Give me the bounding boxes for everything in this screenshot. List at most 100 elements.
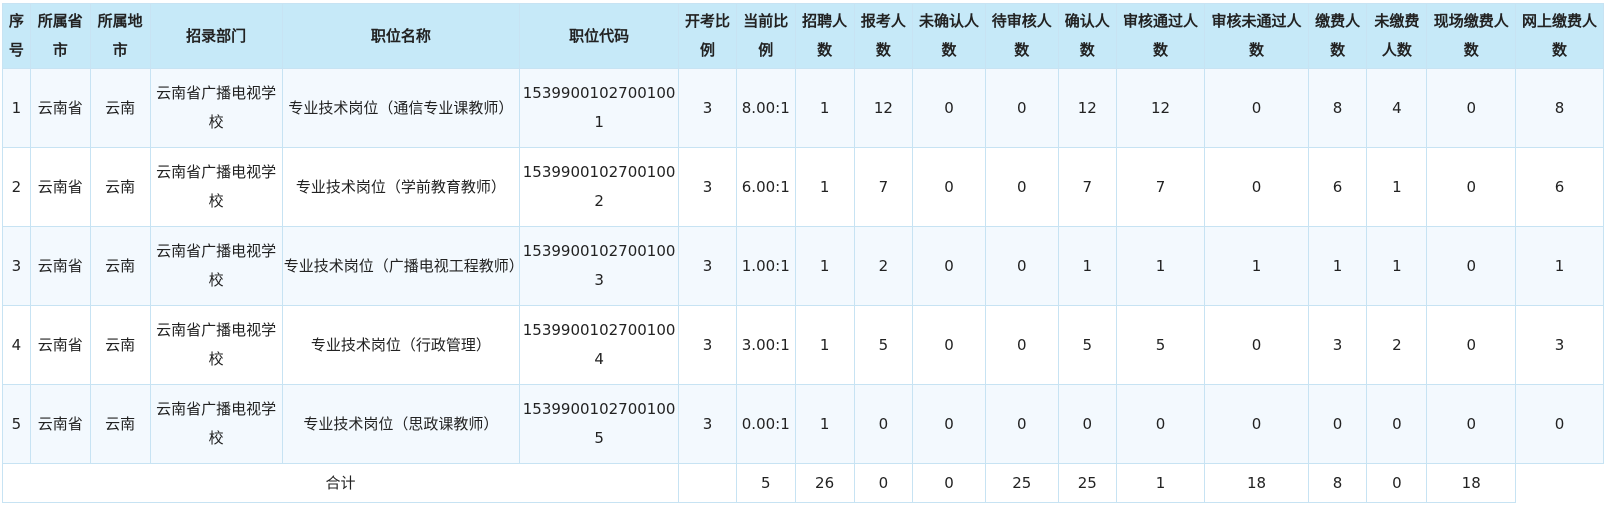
total-cell: 5 — [735, 463, 796, 503]
table-cell: 7 — [1115, 147, 1206, 227]
table-cell: 云南省广播电视学校 — [149, 305, 283, 385]
table-cell: 0 — [1115, 384, 1206, 464]
table-cell: 3 — [678, 384, 737, 464]
table-cell: 5 — [2, 384, 31, 464]
table-cell: 5 — [1057, 305, 1117, 385]
total-cell: 1 — [1115, 463, 1206, 503]
table-cell: 0 — [1057, 384, 1117, 464]
table-cell: 12 — [1115, 68, 1206, 148]
table-cell: 4 — [2, 305, 31, 385]
table-cell: 3 — [678, 68, 737, 148]
table-cell: 0 — [912, 384, 986, 464]
table-cell: 3 — [678, 305, 737, 385]
table-cell: 0 — [1426, 147, 1517, 227]
table-cell: 8 — [1515, 68, 1604, 148]
column-header: 招聘人数 — [794, 3, 855, 69]
table-cell: 0 — [1426, 68, 1517, 148]
table-cell: 15399001027001002 — [519, 147, 680, 227]
table-cell: 3 — [678, 147, 737, 227]
table-cell: 专业技术岗位（通信专业课教师） — [281, 68, 521, 148]
table-cell: 0 — [984, 147, 1059, 227]
total-cell — [678, 463, 737, 503]
table-cell: 0 — [1204, 384, 1309, 464]
table-cell: 5 — [1115, 305, 1206, 385]
table-cell: 1 — [794, 226, 855, 306]
table-cell: 云南 — [89, 226, 151, 306]
table-cell: 1 — [794, 305, 855, 385]
table-cell: 云南 — [89, 147, 151, 227]
table-cell: 3 — [2, 226, 31, 306]
table-cell: 1 — [1366, 147, 1428, 227]
column-header: 报考人数 — [853, 3, 914, 69]
table-cell: 云南省 — [29, 68, 91, 148]
table-cell: 云南 — [89, 384, 151, 464]
table-cell: 云南省 — [29, 384, 91, 464]
table-cell: 1 — [794, 384, 855, 464]
table-cell: 1.00:1 — [735, 226, 796, 306]
column-header: 缴费人数 — [1307, 3, 1368, 69]
table-cell: 云南省广播电视学校 — [149, 226, 283, 306]
table-cell: 专业技术岗位（广播电视工程教师） — [281, 226, 521, 306]
table-cell: 云南省 — [29, 226, 91, 306]
table-cell: 6 — [1307, 147, 1368, 227]
total-cell: 18 — [1426, 463, 1517, 503]
table-cell: 12 — [853, 68, 914, 148]
table-cell: 3 — [1515, 305, 1604, 385]
total-cell: 0 — [912, 463, 986, 503]
table-cell: 云南 — [89, 68, 151, 148]
table-cell: 15399001027001004 — [519, 305, 680, 385]
table-cell: 0.00:1 — [735, 384, 796, 464]
position-stats-table: 序号 所属省市 所属地市 招录部门 职位名称 职位代码 开考比例 当前比例 招聘人数 报考人数 未确… — [1, 3, 1604, 503]
table-cell: 0 — [1426, 226, 1517, 306]
column-header: 开考比例 — [678, 3, 737, 69]
table-cell: 0 — [853, 384, 914, 464]
table-cell: 1 — [1057, 226, 1117, 306]
table-cell: 云南省 — [29, 305, 91, 385]
column-header: 未缴费人数 — [1366, 3, 1428, 69]
table-cell: 3 — [1307, 305, 1368, 385]
table-cell: 1 — [1307, 226, 1368, 306]
table-cell: 6.00:1 — [735, 147, 796, 227]
table-cell: 云南省广播电视学校 — [149, 147, 283, 227]
column-header: 所属地市 — [89, 3, 151, 69]
column-header: 未确认人数 — [912, 3, 986, 69]
table-cell: 0 — [912, 305, 986, 385]
table-cell: 2 — [1366, 305, 1428, 385]
table-cell: 0 — [912, 68, 986, 148]
bottom-area — [0, 505, 1607, 522]
table-cell: 1 — [794, 68, 855, 148]
column-header: 待审核人数 — [984, 3, 1059, 69]
table-cell: 2 — [853, 226, 914, 306]
table-cell: 0 — [1204, 147, 1309, 227]
table-cell: 0 — [1204, 68, 1309, 148]
table-cell: 专业技术岗位（行政管理） — [281, 305, 521, 385]
table-cell: 15399001027001001 — [519, 68, 680, 148]
table-cell: 0 — [1426, 305, 1517, 385]
table-cell: 云南 — [89, 305, 151, 385]
table-row: 3 云南省 云南 云南省广播电视学校 专业技术岗位（广播电视工程教师） 153990010… — [2, 226, 1604, 306]
table-row: 5 云南省 云南 云南省广播电视学校 专业技术岗位（思政课教师） 153990010270… — [2, 384, 1604, 464]
table-row: 1 云南省 云南 云南省广播电视学校 专业技术岗位（通信专业课教师） 1539900102… — [2, 68, 1604, 148]
table-cell: 7 — [853, 147, 914, 227]
table-cell: 8 — [1307, 68, 1368, 148]
table-cell: 7 — [1057, 147, 1117, 227]
total-cell: 0 — [1366, 463, 1428, 503]
table-cell: 1 — [794, 147, 855, 227]
table-cell: 8.00:1 — [735, 68, 796, 148]
column-header: 职位名称 — [281, 3, 521, 69]
table-cell: 0 — [984, 384, 1059, 464]
table-cell: 0 — [1307, 384, 1368, 464]
column-header: 审核未通过人数 — [1204, 3, 1309, 69]
table-cell: 12 — [1057, 68, 1117, 148]
table-cell: 1 — [2, 68, 31, 148]
total-row: 合计 5 26 0 0 25 25 1 18 8 0 18 — [1, 463, 1604, 503]
table-cell: 15399001027001003 — [519, 226, 680, 306]
column-header: 所属省市 — [29, 3, 91, 69]
table-cell: 1 — [1515, 226, 1604, 306]
column-header: 审核通过人数 — [1115, 3, 1206, 69]
table-cell: 云南省广播电视学校 — [149, 384, 283, 464]
column-header: 当前比例 — [735, 3, 796, 69]
column-header: 职位代码 — [519, 3, 680, 69]
table-cell: 云南省 — [29, 147, 91, 227]
column-header: 招录部门 — [149, 3, 283, 69]
